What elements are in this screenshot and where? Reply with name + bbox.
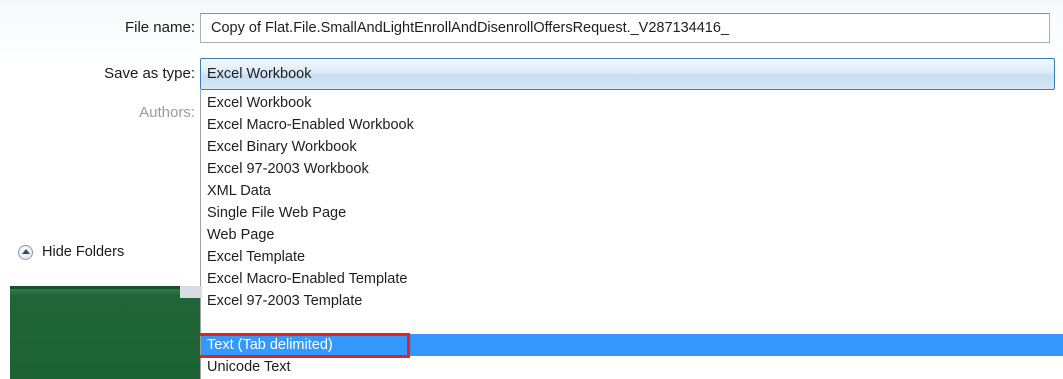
save-as-type-label: Save as type: [104,65,195,82]
option-text-tab-delimited[interactable]: Text (Tab delimited) [201,334,1063,356]
file-name-label: File name: [124,19,195,36]
authors-label: Authors: [139,104,195,121]
option-excel-macro-enabled-template[interactable]: Excel Macro-Enabled Template [201,268,1063,290]
file-name-input[interactable]: Copy of Flat.File.SmallAndLightEnrollAnd… [200,13,1050,43]
save-as-type-options-list[interactable]: Excel Workbook Excel Macro-Enabled Workb… [200,90,1063,379]
excel-background-panel [10,286,200,379]
chevron-up-circle-icon [18,244,33,260]
option-xml-data[interactable]: XML Data [201,180,1063,202]
excel-background-bar [180,286,202,298]
option-excel-97-2003-workbook[interactable]: Excel 97-2003 Workbook [201,158,1063,180]
hide-folders-label: Hide Folders [42,244,125,260]
option-unicode-text[interactable]: Unicode Text [201,356,1063,378]
option-excel-workbook[interactable]: Excel Workbook [201,92,1063,114]
option-single-file-web-page[interactable]: Single File Web Page [201,202,1063,224]
option-excel-template[interactable]: Excel Template [201,246,1063,268]
save-as-type-select[interactable]: Excel Workbook [200,58,1055,90]
option-excel-97-2003-template[interactable]: Excel 97-2003 Template [201,290,1063,312]
save-as-dialog: File name: Copy of Flat.File.SmallAndLig… [0,0,1063,379]
option-web-page[interactable]: Web Page [201,224,1063,246]
option-excel-macro-enabled-workbook[interactable]: Excel Macro-Enabled Workbook [201,114,1063,136]
option-excel-binary-workbook[interactable]: Excel Binary Workbook [201,136,1063,158]
hide-folders-button[interactable]: Hide Folders [18,240,124,264]
